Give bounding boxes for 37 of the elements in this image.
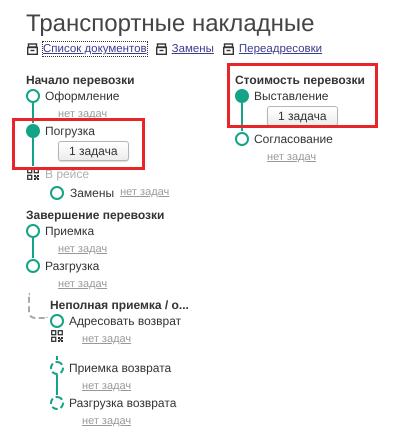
tasks-link[interactable]: нет задач bbox=[58, 243, 108, 255]
page-title: Транспортные накладные bbox=[26, 10, 316, 38]
nav-link[interactable]: Переадресовки bbox=[238, 41, 324, 57]
section-title: Стоимость перевозки bbox=[235, 72, 365, 88]
section-title: Начало перевозки bbox=[26, 72, 136, 88]
connector-line bbox=[28, 293, 48, 319]
step-label: Оформление bbox=[45, 88, 120, 104]
step-label: Погрузка bbox=[45, 123, 96, 139]
step-label: Согласование bbox=[254, 131, 333, 147]
nav-link[interactable]: Список документов bbox=[42, 41, 148, 57]
step-label: Приемка bbox=[45, 223, 96, 239]
connector-line bbox=[32, 238, 34, 258]
archive-icon bbox=[156, 43, 167, 55]
tasks-link[interactable]: нет задач bbox=[267, 151, 316, 163]
connector-line bbox=[32, 103, 34, 123]
step-label: Разгрузка bbox=[45, 258, 100, 274]
archive-icon bbox=[27, 43, 38, 55]
section-title: Завершение перевозки bbox=[26, 207, 166, 223]
step-label: Адресовать возврат bbox=[69, 313, 182, 329]
tasks-link[interactable]: нет задач bbox=[58, 278, 108, 290]
step-label: Разгрузка возврата bbox=[69, 395, 176, 411]
tasks-link[interactable]: нет задач bbox=[58, 108, 108, 120]
section-title: Неполная приемка / о... bbox=[50, 297, 190, 313]
connector-line bbox=[241, 103, 243, 131]
archive-icon bbox=[222, 43, 234, 55]
nav-link[interactable]: Замены bbox=[170, 41, 215, 57]
step-label: Приемка возврата bbox=[69, 360, 172, 376]
tasks-link[interactable]: нет задач bbox=[82, 380, 132, 392]
tasks-button[interactable]: 1 задача bbox=[58, 141, 129, 161]
step-label: В рейсе bbox=[45, 166, 90, 182]
connector-line bbox=[56, 375, 58, 395]
tasks-button[interactable]: 1 задача bbox=[267, 106, 338, 126]
connector-line bbox=[32, 138, 34, 166]
tasks-link[interactable]: нет задач bbox=[82, 333, 132, 345]
tasks-link[interactable]: нет задач bbox=[82, 415, 132, 427]
step-label: Выставление bbox=[254, 88, 330, 104]
step-label: Замены bbox=[70, 184, 114, 200]
